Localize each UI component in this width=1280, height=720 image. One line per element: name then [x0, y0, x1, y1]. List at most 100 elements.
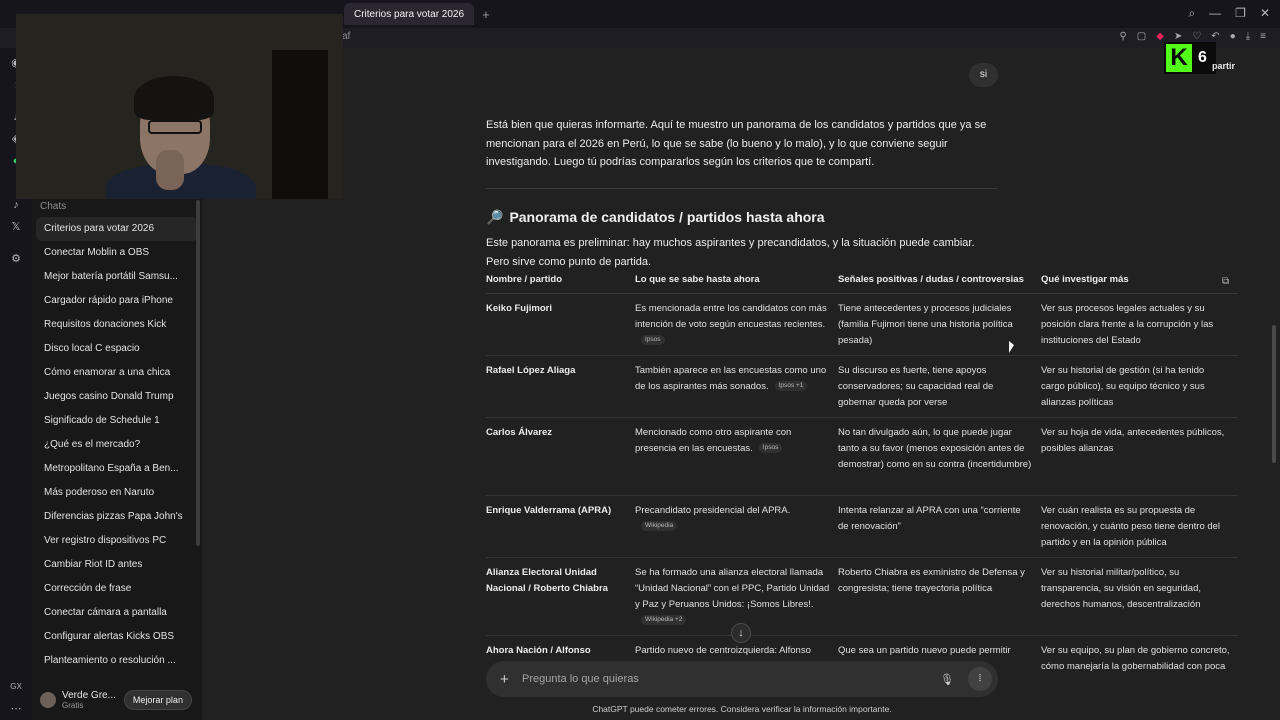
cell-name: Carlos Álvarez — [486, 427, 553, 438]
table-header: Nombre / partido Lo que se sabe hasta ah… — [486, 274, 1238, 294]
cell-known-text: Se ha formado una alianza electoral llam… — [635, 567, 830, 610]
disclaimer-text: ChatGPT puede cometer errores. Considera… — [592, 704, 892, 714]
chat-sidebar: Chats Criterios para votar 2026 Conectar… — [32, 196, 202, 720]
main-scrollbar[interactable] — [1272, 325, 1276, 463]
toolbar-icons: ⚲ ▢ ◆ ➤ ♡ ↶ ● ⤓ ≡ — [1119, 31, 1266, 42]
new-tab-icon[interactable]: + — [476, 7, 496, 22]
webcam-person-hair — [134, 76, 214, 120]
cell-known-text: Es mencionada entre los candidatos con m… — [635, 303, 827, 330]
sidebar-item[interactable]: Disco local C espacio — [36, 337, 198, 361]
source-badge[interactable]: Wikipedia — [641, 521, 678, 532]
sidebar-scrollbar[interactable] — [196, 200, 200, 546]
tab-active-label: Criterios para votar 2026 — [354, 8, 465, 20]
sidebar-item[interactable]: Configurar alertas Kicks OBS — [36, 625, 198, 649]
sidebar-item[interactable]: Conectar Moblin a OBS — [36, 241, 198, 265]
prompt-input[interactable] — [522, 673, 941, 685]
header-known: Lo que se sabe hasta ahora — [635, 274, 760, 285]
kick-viewer-count: 6 — [1198, 49, 1207, 66]
table-row: Enrique Valderrama (APRA) Precandidato p… — [486, 496, 1238, 558]
user-name: Verde Gre... — [62, 689, 116, 701]
cell-investigate: Ver su hoja de vida, antecedentes públic… — [1041, 427, 1225, 454]
screenshot-icon[interactable]: ▢ — [1137, 31, 1146, 42]
webcam-person-hand — [156, 150, 184, 190]
table-row: Carlos Álvarez Mencionado como otro aspi… — [486, 418, 1238, 496]
sidebar-item[interactable]: Cómo enamorar a una chica — [36, 361, 198, 385]
sidebar-item[interactable]: Cargador rápido para iPhone — [36, 289, 198, 313]
section-description: Este panorama es preliminar: hay muchos … — [486, 237, 975, 268]
settings-icon[interactable]: ⚙ — [9, 252, 23, 266]
cell-known: Mencionado como otro aspirante con prese… — [635, 425, 838, 495]
sidebar-item[interactable]: ¿Qué es el mercado? — [36, 433, 198, 457]
sidebar-item-criterios[interactable]: Criterios para votar 2026 — [36, 217, 198, 241]
table-row: Keiko Fujimori Es mencionada entre los c… — [486, 294, 1238, 356]
url-text: af — [342, 31, 351, 42]
message-composer: + 🎙 ⦙ — [486, 661, 998, 697]
pin-icon[interactable]: ⚲ — [1119, 31, 1126, 42]
pocket-icon[interactable]: ◆ — [1156, 31, 1164, 42]
sidebar-item[interactable]: Requisitos donaciones Kick — [36, 313, 198, 337]
cell-signals: No tan divulgado aún, lo que puede jugar… — [838, 427, 1032, 470]
candidates-table: Nombre / partido Lo que se sabe hasta ah… — [486, 274, 1238, 676]
heart-icon[interactable]: ♡ — [1192, 31, 1201, 42]
cell-name: Alianza Electoral Unidad Nacional / Robe… — [486, 567, 608, 594]
tab-active[interactable]: Criterios para votar 2026 — [344, 3, 475, 25]
sidebar-item[interactable]: Ver registro dispositivos PC — [36, 529, 198, 553]
cell-investigate: Ver su historial militar/político, su tr… — [1041, 567, 1202, 610]
sidebar-item[interactable]: Diferencias pizzas Papa John's — [36, 505, 198, 529]
cell-investigate: Ver cuán realista es su propuesta de ren… — [1041, 505, 1221, 548]
sidebar-item[interactable]: Más poderoso en Naruto — [36, 481, 198, 505]
profile-icon[interactable]: ● — [1230, 31, 1236, 42]
cell-signals: Su discurso es fuerte, tiene apoyos cons… — [838, 365, 994, 408]
sidebar-item[interactable]: Planteamiento o resolución ... — [36, 649, 198, 673]
cell-investigate: Ver su historial de gestión (si ha tenid… — [1041, 365, 1205, 408]
cell-investigate: Ver sus procesos legales actuales y su p… — [1041, 303, 1214, 346]
table-row: Rafael López Aliaga También aparece en l… — [486, 356, 1238, 418]
source-badge[interactable]: Wikipedia +2 — [641, 615, 687, 626]
voice-mode-icon[interactable]: ⦙ — [968, 667, 992, 691]
kick-viewer-overlay: K 6 — [1164, 42, 1216, 74]
restore-icon[interactable]: ❐ — [1235, 6, 1246, 21]
share-button[interactable]: partir — [1212, 61, 1235, 71]
section-heading-text: Panorama de candidatos / partidos hasta … — [509, 209, 825, 225]
sidebar-item[interactable]: Significado de Schedule 1 — [36, 409, 198, 433]
webcam-doorway — [272, 50, 328, 199]
cell-known-text: Precandidato presidencial del APRA. — [635, 505, 791, 516]
header-signals: Señales positivas / dudas / controversia… — [838, 274, 1024, 285]
user-message-bubble: si — [969, 63, 998, 87]
send-icon[interactable]: ➤ — [1174, 31, 1182, 42]
sidebar-item[interactable]: Conectar cámara a pantalla — [36, 601, 198, 625]
sidebar-item[interactable]: Mejor batería portátil Samsu... — [36, 265, 198, 289]
attach-plus-icon[interactable]: + — [500, 671, 516, 688]
search-icon[interactable]: ⌕ — [1188, 6, 1195, 21]
tiktok-app-icon[interactable]: ♪ — [9, 198, 23, 212]
magnifier-icon: 🔎 — [486, 209, 504, 225]
sidebar-item[interactable]: Corrección de frase — [36, 577, 198, 601]
gx-label: GX — [10, 682, 22, 691]
scroll-down-button[interactable]: ↓ — [731, 623, 751, 643]
cell-signals: Intenta relanzar al APRA con una “corrie… — [838, 505, 1021, 532]
sidebar-item[interactable]: Juegos casino Donald Trump — [36, 385, 198, 409]
cell-known: Es mencionada entre los candidatos con m… — [635, 301, 838, 355]
sidebar-item[interactable]: Cambiar Riot ID antes — [36, 553, 198, 577]
header-name: Nombre / partido — [486, 274, 563, 285]
divider — [486, 188, 998, 189]
source-badge[interactable]: Ipsos — [641, 335, 665, 346]
download-icon[interactable]: ⤓ — [1246, 31, 1250, 42]
undo-icon[interactable]: ↶ — [1211, 31, 1219, 42]
source-badge[interactable]: Ipsos — [758, 443, 783, 454]
source-badge[interactable]: Ipsos +1 — [774, 381, 808, 392]
section-heading: 🔎 Panorama de candidatos / partidos hasta… — [486, 209, 825, 226]
close-icon[interactable]: ✕ — [1260, 6, 1270, 21]
webcam-overlay — [16, 14, 343, 199]
cell-name: Enrique Valderrama (APRA) — [486, 505, 612, 516]
webcam-person-glasses — [148, 120, 202, 134]
microphone-icon[interactable]: 🎙 — [940, 673, 954, 686]
assistant-intro: Está bien que quieras informarte. Aquí t… — [486, 119, 987, 168]
cell-known: Precandidato presidencial del APRA. Wikip… — [635, 503, 838, 557]
sidebar-item[interactable]: Metropolitano España a Ben... — [36, 457, 198, 481]
cell-name: Keiko Fujimori — [486, 303, 552, 314]
x-icon[interactable]: 𝕏 — [9, 220, 23, 234]
header-investigate: Qué investigar más — [1041, 274, 1129, 285]
minimize-icon[interactable]: — — [1209, 6, 1221, 21]
menu-icon[interactable]: ≡ — [1260, 31, 1266, 42]
